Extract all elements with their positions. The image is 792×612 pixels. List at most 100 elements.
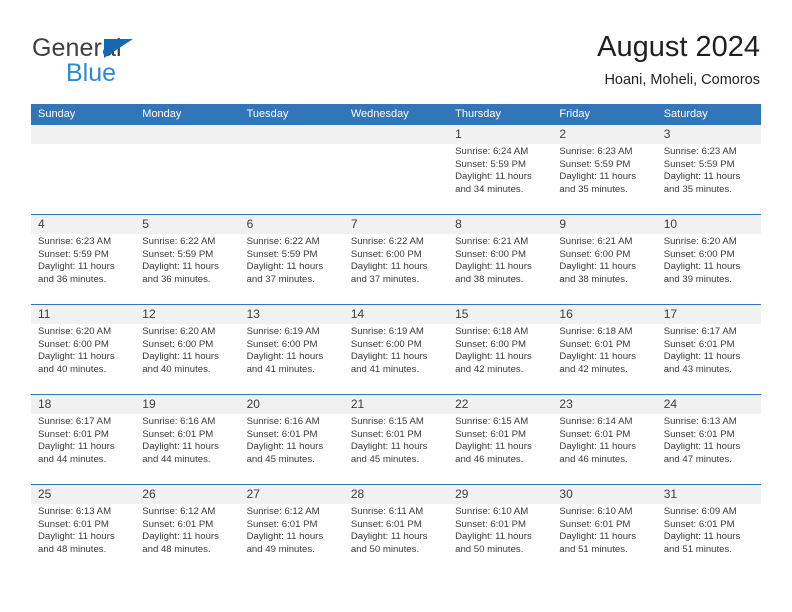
day-number: 21 xyxy=(350,397,365,411)
calendar-week-row: 25 Sunrise: 6:13 AM Sunset: 6:01 PM Dayl… xyxy=(31,484,761,574)
general-blue-logo[interactable]: General Blue xyxy=(32,34,232,87)
day-number: 6 xyxy=(246,217,254,231)
title-block: August 2024 Hoani, Moheli, Comoros xyxy=(597,28,760,90)
calendar-page: General Blue August 2024 Hoani, Moheli, … xyxy=(0,0,792,612)
day-details: Sunrise: 6:21 AM Sunset: 6:00 PM Dayligh… xyxy=(455,236,532,285)
day-details: Sunrise: 6:13 AM Sunset: 6:01 PM Dayligh… xyxy=(38,506,115,555)
weekday-header-wednesday: Wednesday xyxy=(350,108,409,120)
calendar-week-row: 11 Sunrise: 6:20 AM Sunset: 6:00 PM Dayl… xyxy=(31,304,761,394)
day-number: 29 xyxy=(455,487,469,501)
day-cell[interactable]: 27 Sunrise: 6:12 AM Sunset: 6:01 PM Dayl… xyxy=(240,485,344,575)
day-cell[interactable] xyxy=(31,125,135,215)
day-cell[interactable]: 13 Sunrise: 6:19 AM Sunset: 6:00 PM Dayl… xyxy=(240,305,344,395)
weekday-header-thursday: Thursday xyxy=(455,108,501,120)
day-details: Sunrise: 6:16 AM Sunset: 6:01 PM Dayligh… xyxy=(246,416,324,465)
day-details: Sunrise: 6:23 AM Sunset: 5:59 PM Dayligh… xyxy=(559,146,637,195)
day-cell[interactable]: 21 Sunrise: 6:15 AM Sunset: 6:01 PM Dayl… xyxy=(344,395,448,485)
day-cell[interactable]: 29 Sunrise: 6:10 AM Sunset: 6:01 PM Dayl… xyxy=(448,485,552,575)
day-number: 20 xyxy=(246,397,260,411)
day-cell[interactable]: 11 Sunrise: 6:20 AM Sunset: 6:00 PM Dayl… xyxy=(31,305,135,395)
day-cell[interactable]: 6 Sunrise: 6:22 AM Sunset: 5:59 PM Dayli… xyxy=(240,215,344,305)
day-cell[interactable] xyxy=(344,125,448,215)
day-number: 22 xyxy=(455,397,469,411)
calendar-week-row: 4 Sunrise: 6:23 AM Sunset: 5:59 PM Dayli… xyxy=(31,214,761,304)
day-details: Sunrise: 6:13 AM Sunset: 6:01 PM Dayligh… xyxy=(663,416,741,465)
day-number: 16 xyxy=(559,307,573,321)
day-number: 4 xyxy=(38,217,45,231)
weekday-header-row: Sunday Monday Tuesday Wednesday Thursday… xyxy=(31,104,761,124)
day-details: Sunrise: 6:16 AM Sunset: 6:01 PM Dayligh… xyxy=(142,416,219,465)
day-number: 30 xyxy=(559,487,573,501)
day-cell[interactable]: 30 Sunrise: 6:10 AM Sunset: 6:01 PM Dayl… xyxy=(552,485,656,575)
day-cell[interactable] xyxy=(135,125,239,215)
day-details: Sunrise: 6:12 AM Sunset: 6:01 PM Dayligh… xyxy=(246,506,324,555)
day-cell[interactable]: 4 Sunrise: 6:23 AM Sunset: 5:59 PM Dayli… xyxy=(31,215,135,305)
day-cell[interactable]: 31 Sunrise: 6:09 AM Sunset: 6:01 PM Dayl… xyxy=(657,485,761,575)
day-cell[interactable]: 23 Sunrise: 6:14 AM Sunset: 6:01 PM Dayl… xyxy=(552,395,656,485)
day-cell[interactable]: 16 Sunrise: 6:18 AM Sunset: 6:01 PM Dayl… xyxy=(552,305,656,395)
day-cell[interactable]: 3 Sunrise: 6:23 AM Sunset: 5:59 PM Dayli… xyxy=(657,125,761,215)
day-cell[interactable]: 14 Sunrise: 6:19 AM Sunset: 6:00 PM Dayl… xyxy=(344,305,448,395)
day-cell[interactable]: 9 Sunrise: 6:21 AM Sunset: 6:00 PM Dayli… xyxy=(552,215,656,305)
day-cell[interactable]: 12 Sunrise: 6:20 AM Sunset: 6:00 PM Dayl… xyxy=(135,305,239,395)
day-details: Sunrise: 6:17 AM Sunset: 6:01 PM Dayligh… xyxy=(663,326,741,375)
day-details: Sunrise: 6:10 AM Sunset: 6:01 PM Dayligh… xyxy=(559,506,637,555)
page-header: General Blue August 2024 Hoani, Moheli, … xyxy=(0,28,792,98)
day-cell[interactable]: 15 Sunrise: 6:18 AM Sunset: 6:00 PM Dayl… xyxy=(448,305,552,395)
day-number: 27 xyxy=(246,487,260,501)
day-cell[interactable]: 26 Sunrise: 6:12 AM Sunset: 6:01 PM Dayl… xyxy=(135,485,239,575)
day-number: 5 xyxy=(142,217,149,231)
day-cell[interactable]: 28 Sunrise: 6:11 AM Sunset: 6:01 PM Dayl… xyxy=(344,485,448,575)
day-details: Sunrise: 6:11 AM Sunset: 6:01 PM Dayligh… xyxy=(350,506,428,555)
day-number: 24 xyxy=(663,397,678,411)
day-number: 1 xyxy=(455,127,462,141)
day-cell[interactable]: 22 Sunrise: 6:15 AM Sunset: 6:01 PM Dayl… xyxy=(448,395,552,485)
calendar-week-row: 18 Sunrise: 6:17 AM Sunset: 6:01 PM Dayl… xyxy=(31,394,761,484)
day-cell[interactable] xyxy=(240,125,344,215)
logo-text-blue: Blue xyxy=(66,59,117,87)
day-details: Sunrise: 6:24 AM Sunset: 5:59 PM Dayligh… xyxy=(455,146,532,195)
day-cell[interactable]: 18 Sunrise: 6:17 AM Sunset: 6:01 PM Dayl… xyxy=(31,395,135,485)
day-number: 19 xyxy=(142,397,156,411)
day-cell[interactable]: 17 Sunrise: 6:17 AM Sunset: 6:01 PM Dayl… xyxy=(657,305,761,395)
day-details: Sunrise: 6:20 AM Sunset: 6:00 PM Dayligh… xyxy=(663,236,741,285)
day-details: Sunrise: 6:20 AM Sunset: 6:00 PM Dayligh… xyxy=(38,326,115,375)
logo-triangle-icon xyxy=(104,39,133,58)
day-number: 13 xyxy=(246,307,260,321)
day-cell[interactable]: 25 Sunrise: 6:13 AM Sunset: 6:01 PM Dayl… xyxy=(31,485,135,575)
day-details: Sunrise: 6:20 AM Sunset: 6:00 PM Dayligh… xyxy=(142,326,219,375)
day-number: 10 xyxy=(663,217,678,231)
day-details: Sunrise: 6:14 AM Sunset: 6:01 PM Dayligh… xyxy=(559,416,637,465)
day-details: Sunrise: 6:18 AM Sunset: 6:01 PM Dayligh… xyxy=(559,326,637,375)
day-number: 31 xyxy=(663,487,678,501)
day-details: Sunrise: 6:15 AM Sunset: 6:01 PM Dayligh… xyxy=(455,416,532,465)
calendar-table: Sunday Monday Tuesday Wednesday Thursday… xyxy=(31,104,761,574)
day-cell[interactable]: 2 Sunrise: 6:23 AM Sunset: 5:59 PM Dayli… xyxy=(552,125,656,215)
day-number: 11 xyxy=(38,307,51,321)
day-details: Sunrise: 6:15 AM Sunset: 6:01 PM Dayligh… xyxy=(350,416,428,465)
day-number: 9 xyxy=(559,217,567,231)
day-cell[interactable]: 10 Sunrise: 6:20 AM Sunset: 6:00 PM Dayl… xyxy=(657,215,761,305)
day-cell[interactable]: 20 Sunrise: 6:16 AM Sunset: 6:01 PM Dayl… xyxy=(240,395,344,485)
day-cell[interactable]: 5 Sunrise: 6:22 AM Sunset: 5:59 PM Dayli… xyxy=(135,215,239,305)
day-cell[interactable]: 8 Sunrise: 6:21 AM Sunset: 6:00 PM Dayli… xyxy=(448,215,552,305)
day-number: 17 xyxy=(663,307,678,321)
day-details: Sunrise: 6:23 AM Sunset: 5:59 PM Dayligh… xyxy=(38,236,115,285)
day-cell[interactable]: 19 Sunrise: 6:16 AM Sunset: 6:01 PM Dayl… xyxy=(135,395,239,485)
day-details: Sunrise: 6:22 AM Sunset: 6:00 PM Dayligh… xyxy=(350,236,428,285)
day-cell[interactable]: 1 Sunrise: 6:24 AM Sunset: 5:59 PM Dayli… xyxy=(448,125,552,215)
day-number: 14 xyxy=(350,307,365,321)
page-title: August 2024 xyxy=(597,31,760,63)
day-details: Sunrise: 6:19 AM Sunset: 6:00 PM Dayligh… xyxy=(246,326,324,375)
day-details: Sunrise: 6:09 AM Sunset: 6:01 PM Dayligh… xyxy=(663,506,741,555)
calendar-week-row: 1 Sunrise: 6:24 AM Sunset: 5:59 PM Dayli… xyxy=(31,124,761,214)
day-number: 25 xyxy=(38,487,52,501)
day-cell[interactable]: 24 Sunrise: 6:13 AM Sunset: 6:01 PM Dayl… xyxy=(657,395,761,485)
day-number: 28 xyxy=(350,487,365,501)
weekday-header-monday: Monday xyxy=(142,108,182,120)
day-number: 26 xyxy=(142,487,156,501)
weekday-header-sunday: Sunday xyxy=(38,108,76,120)
day-number: 23 xyxy=(559,397,573,411)
day-details: Sunrise: 6:12 AM Sunset: 6:01 PM Dayligh… xyxy=(142,506,219,555)
day-cell[interactable]: 7 Sunrise: 6:22 AM Sunset: 6:00 PM Dayli… xyxy=(344,215,448,305)
